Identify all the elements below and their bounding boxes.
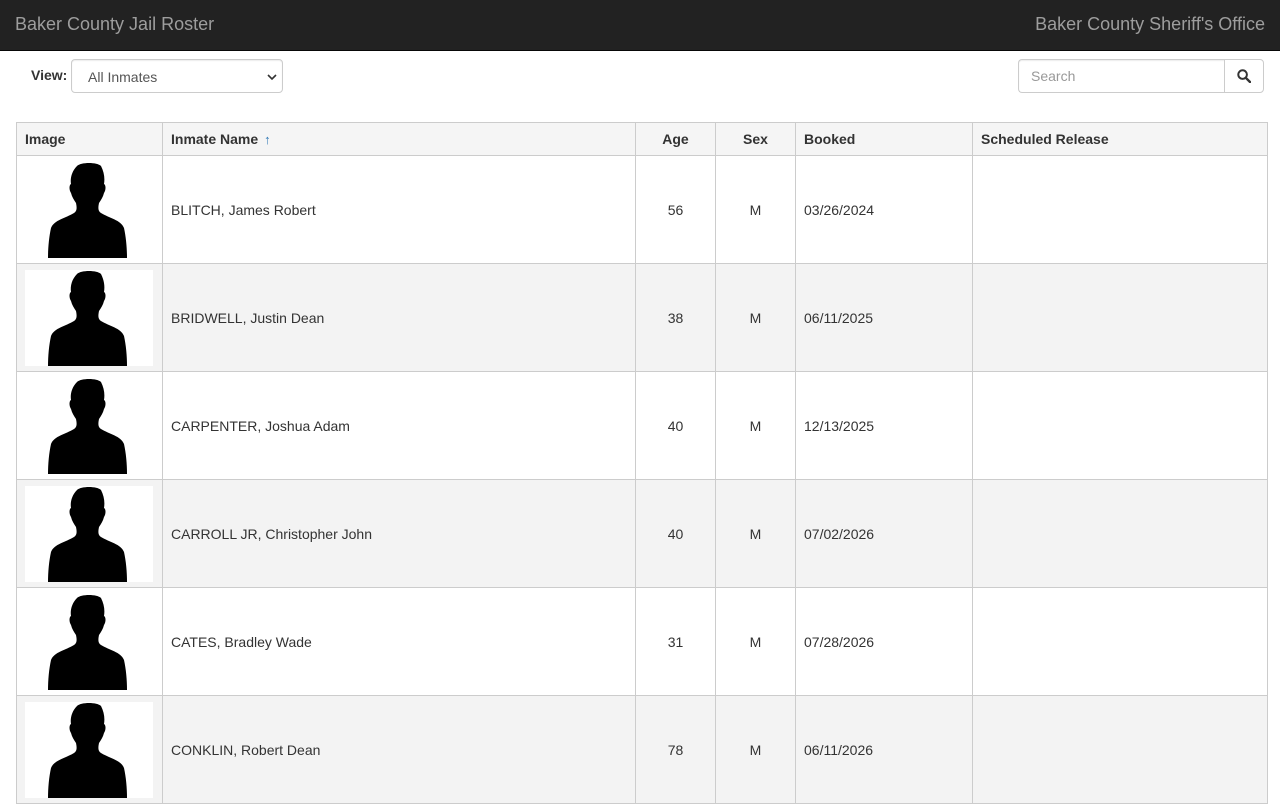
inmate-sex: M: [715, 155, 796, 264]
inmate-booked-date: 06/11/2026: [795, 695, 973, 804]
search-icon: [1237, 69, 1251, 83]
view-select[interactable]: All Inmates: [71, 59, 283, 93]
inmate-photo-cell: [16, 155, 163, 264]
inmate-name[interactable]: BRIDWELL, Justin Dean: [162, 263, 636, 372]
inmate-sex: M: [715, 371, 796, 480]
inmate-sex: M: [715, 479, 796, 588]
site-title[interactable]: Baker County Jail Roster: [15, 14, 214, 35]
inmate-age: 56: [635, 155, 716, 264]
inmate-photo[interactable]: [25, 485, 153, 582]
person-silhouette-icon: [48, 270, 127, 366]
inmate-photo-cell: [16, 695, 163, 804]
top-navbar: Baker County Jail Roster Baker County Sh…: [0, 0, 1280, 51]
table-row[interactable]: CARROLL JR, Christopher John 40 M 07/02/…: [16, 479, 1268, 588]
table-row[interactable]: CATES, Bradley Wade 31 M 07/28/2026: [16, 587, 1268, 696]
search-button[interactable]: [1224, 59, 1264, 93]
inmate-scheduled-release: [972, 479, 1268, 588]
inmate-photo[interactable]: [25, 161, 153, 258]
inmate-name[interactable]: CARPENTER, Joshua Adam: [162, 371, 636, 480]
person-silhouette-icon: [48, 378, 127, 474]
inmate-age: 40: [635, 371, 716, 480]
inmate-photo-cell: [16, 479, 163, 588]
person-silhouette-icon: [48, 162, 127, 258]
person-silhouette-icon: [48, 702, 127, 798]
inmate-scheduled-release: [972, 155, 1268, 264]
table-row[interactable]: CONKLIN, Robert Dean 78 M 06/11/2026: [16, 695, 1268, 804]
inmate-photo[interactable]: [25, 701, 153, 798]
inmate-age: 40: [635, 479, 716, 588]
column-header-age[interactable]: Age: [635, 122, 716, 156]
search-input[interactable]: [1018, 59, 1225, 93]
inmate-scheduled-release: [972, 263, 1268, 372]
inmate-sex: M: [715, 587, 796, 696]
inmate-scheduled-release: [972, 587, 1268, 696]
inmate-sex: M: [715, 695, 796, 804]
inmate-booked-date: 06/11/2025: [795, 263, 973, 372]
person-silhouette-icon: [48, 486, 127, 582]
inmate-photo-cell: [16, 587, 163, 696]
view-selected-value: All Inmates: [88, 69, 158, 85]
inmate-photo-cell: [16, 263, 163, 372]
column-header-name-label: Inmate Name: [171, 131, 259, 147]
table-row[interactable]: BLITCH, James Robert 56 M 03/26/2024: [16, 155, 1268, 264]
inmate-booked-date: 12/13/2025: [795, 371, 973, 480]
inmate-photo[interactable]: [25, 593, 153, 690]
inmate-booked-date: 03/26/2024: [795, 155, 973, 264]
inmate-booked-date: 07/28/2026: [795, 587, 973, 696]
inmate-scheduled-release: [972, 371, 1268, 480]
view-label: View:: [31, 67, 68, 83]
person-silhouette-icon: [48, 594, 127, 690]
sort-ascending-icon: ↑: [264, 132, 271, 147]
table-row[interactable]: BRIDWELL, Justin Dean 38 M 06/11/2025: [16, 263, 1268, 372]
inmate-age: 78: [635, 695, 716, 804]
inmate-age: 31: [635, 587, 716, 696]
inmate-photo[interactable]: [25, 269, 153, 366]
inmate-photo-cell: [16, 371, 163, 480]
column-header-release[interactable]: Scheduled Release: [972, 122, 1268, 156]
inmate-age: 38: [635, 263, 716, 372]
table-row[interactable]: CARPENTER, Joshua Adam 40 M 12/13/2025: [16, 371, 1268, 480]
inmate-roster-table: Image Inmate Name ↑ Age Sex Booked Schedu…: [16, 122, 1268, 804]
inmate-name[interactable]: BLITCH, James Robert: [162, 155, 636, 264]
inmate-sex: M: [715, 263, 796, 372]
column-header-image: Image: [16, 122, 163, 156]
chevron-down-icon: [267, 74, 277, 81]
inmate-scheduled-release: [972, 695, 1268, 804]
inmate-booked-date: 07/02/2026: [795, 479, 973, 588]
inmate-name[interactable]: CONKLIN, Robert Dean: [162, 695, 636, 804]
agency-name: Baker County Sheriff's Office: [1035, 14, 1265, 34]
inmate-name[interactable]: CATES, Bradley Wade: [162, 587, 636, 696]
inmate-name[interactable]: CARROLL JR, Christopher John: [162, 479, 636, 588]
column-header-name[interactable]: Inmate Name ↑: [162, 122, 636, 156]
table-header-row: Image Inmate Name ↑ Age Sex Booked Schedu…: [16, 122, 1268, 156]
inmate-photo[interactable]: [25, 377, 153, 474]
column-header-booked[interactable]: Booked: [795, 122, 973, 156]
column-header-sex[interactable]: Sex: [715, 122, 796, 156]
